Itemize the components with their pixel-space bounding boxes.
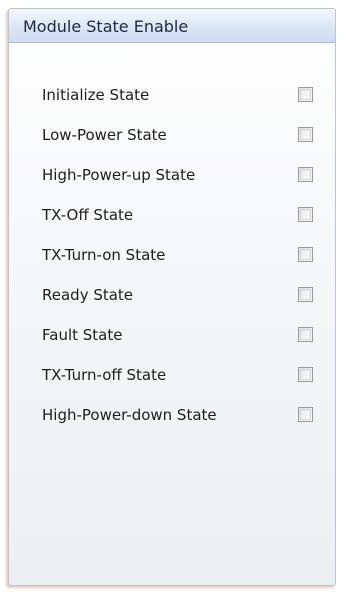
- state-row-high-power-up: High-Power-up State: [9, 163, 335, 189]
- initialize-state-checkbox[interactable]: [298, 87, 313, 102]
- high-power-up-state-checkbox[interactable]: [298, 167, 313, 182]
- state-row-fault: Fault State: [9, 323, 335, 349]
- state-label-high-power-down: High-Power-down State: [42, 406, 217, 424]
- panel-header: Module State Enable: [9, 9, 335, 43]
- fault-state-checkbox[interactable]: [298, 327, 313, 342]
- state-label-initialize: Initialize State: [42, 86, 150, 104]
- state-label-tx-turn-off: TX-Turn-off State: [42, 366, 167, 384]
- state-row-high-power-down: High-Power-down State: [9, 403, 335, 429]
- low-power-state-checkbox[interactable]: [298, 127, 313, 142]
- high-power-down-state-checkbox[interactable]: [298, 407, 313, 422]
- state-label-tx-off: TX-Off State: [42, 206, 134, 224]
- module-state-enable-panel: Module State Enable Initialize State Low…: [8, 8, 336, 586]
- tx-turn-on-state-checkbox[interactable]: [298, 247, 313, 262]
- state-label-tx-turn-on: TX-Turn-on State: [42, 246, 166, 264]
- state-row-tx-off: TX-Off State: [9, 203, 335, 229]
- state-label-fault: Fault State: [42, 326, 123, 344]
- state-label-ready: Ready State: [42, 286, 134, 304]
- ready-state-checkbox[interactable]: [298, 287, 313, 302]
- state-row-low-power: Low-Power State: [9, 123, 335, 149]
- tx-turn-off-state-checkbox[interactable]: [298, 367, 313, 382]
- state-row-initialize: Initialize State: [9, 83, 335, 109]
- state-label-low-power: Low-Power State: [42, 126, 167, 144]
- panel-title: Module State Enable: [23, 17, 189, 36]
- state-row-tx-turn-on: TX-Turn-on State: [9, 243, 335, 269]
- state-row-tx-turn-off: TX-Turn-off State: [9, 363, 335, 389]
- state-row-ready: Ready State: [9, 283, 335, 309]
- tx-off-state-checkbox[interactable]: [298, 207, 313, 222]
- state-label-high-power-up: High-Power-up State: [42, 166, 196, 184]
